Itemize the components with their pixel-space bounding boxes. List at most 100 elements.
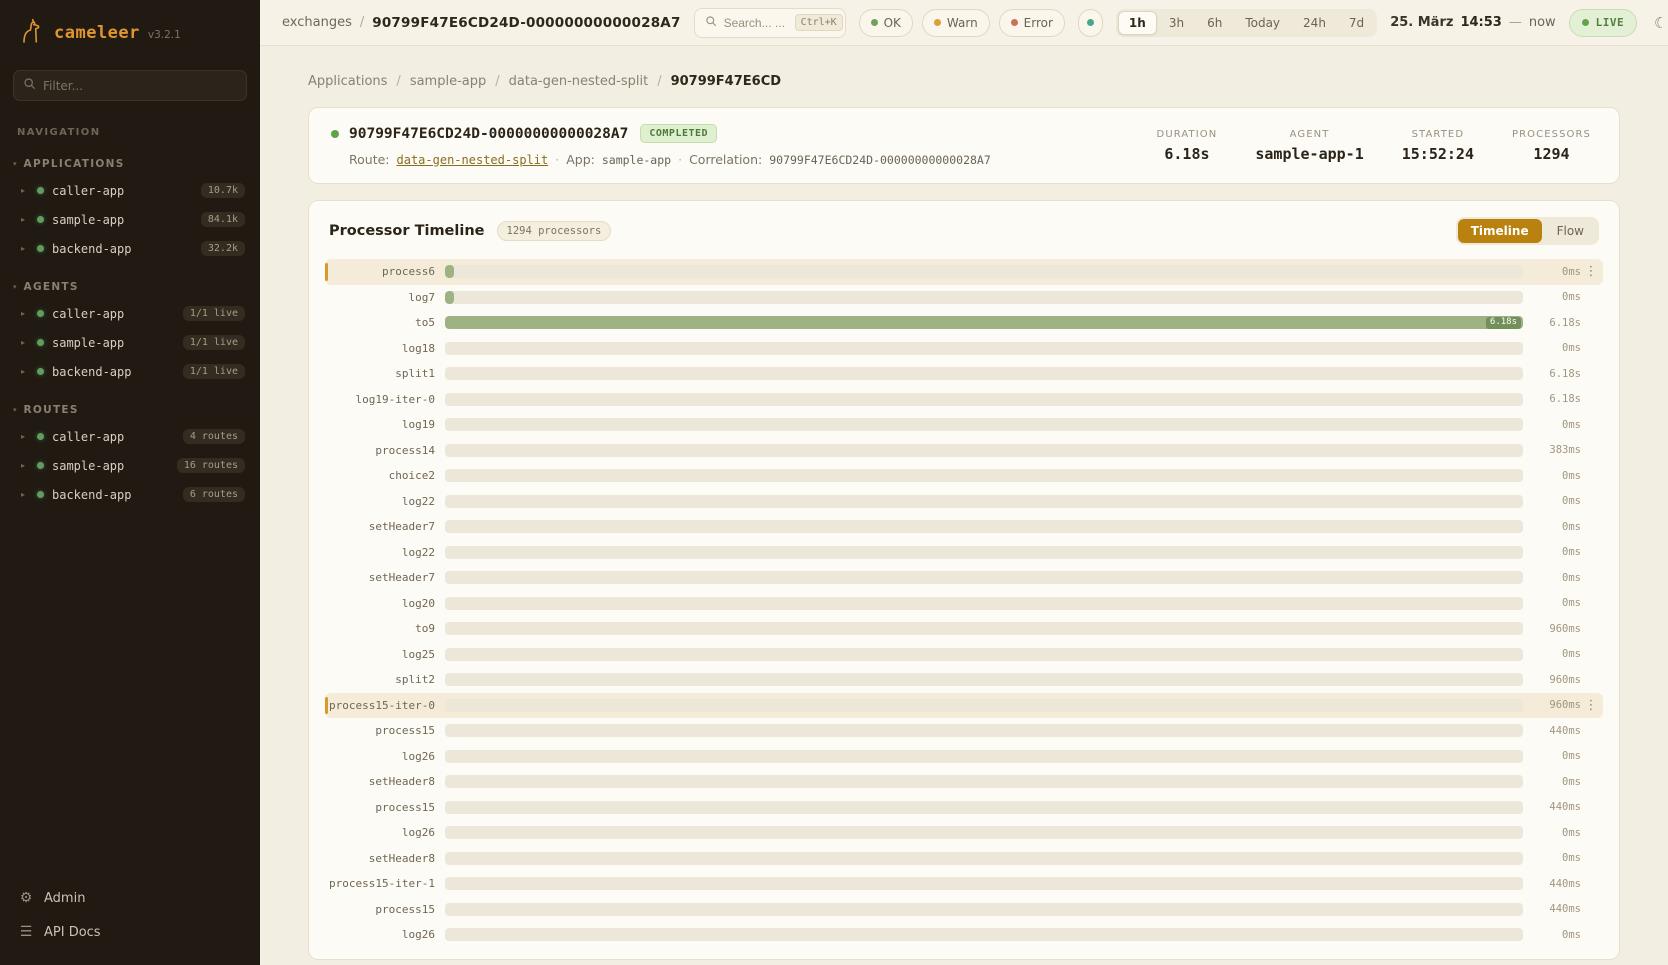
sidebar-item-caller-app[interactable]: ▸caller-app10.7k: [0, 176, 260, 205]
breadcrumb-item-applications[interactable]: Applications: [308, 74, 387, 89]
duration-value: 0ms: [1523, 342, 1581, 354]
timeline-row-process14[interactable]: process14383ms⋮: [325, 438, 1603, 464]
sidebar-item-backend-app[interactable]: ▸backend-app32.2k: [0, 234, 260, 263]
timeline-row-setHeader7[interactable]: setHeader70ms⋮: [325, 565, 1603, 591]
section-caret-icon: ▾: [13, 160, 17, 168]
chevron-right-icon[interactable]: ▸: [21, 244, 29, 253]
timeline-row-split1[interactable]: split16.18s⋮: [325, 361, 1603, 387]
timeline-row-process15[interactable]: process15440ms⋮: [325, 897, 1603, 923]
chevron-right-icon[interactable]: ▸: [21, 432, 29, 441]
stat-started: STARTED15:52:24: [1402, 129, 1474, 163]
route-link[interactable]: data-gen-nested-split: [397, 153, 549, 167]
view-toggle-flow[interactable]: Flow: [1544, 219, 1597, 243]
timeline-row-log26[interactable]: log260ms⋮: [325, 744, 1603, 770]
date-range[interactable]: 25. März 14:53 — now: [1390, 15, 1555, 30]
duration-value: 0ms: [1523, 521, 1581, 533]
sidebar-item-backend-app[interactable]: ▸backend-app1/1 live: [0, 357, 260, 386]
duration-track: [445, 291, 1523, 304]
timeline-row-log7[interactable]: log70ms⋮: [325, 285, 1603, 311]
duration-value: 0ms: [1523, 648, 1581, 660]
timeline-row-to9[interactable]: to9960ms⋮: [325, 616, 1603, 642]
sidebar-item-badge: 6 routes: [183, 487, 245, 502]
timeline-row-setHeader7[interactable]: setHeader70ms⋮: [325, 514, 1603, 540]
timeline-row-log25[interactable]: log250ms⋮: [325, 642, 1603, 668]
time-range-24h[interactable]: 24h: [1292, 11, 1337, 35]
status-dot: [37, 339, 44, 346]
timeline-rows: process60ms⋮log70ms⋮to56.18s6.18s⋮log180…: [325, 259, 1603, 948]
timeline-row-log22[interactable]: log220ms⋮: [325, 540, 1603, 566]
sidebar-item-sample-app[interactable]: ▸sample-app16 routes: [0, 451, 260, 480]
chevron-right-icon[interactable]: ▸: [21, 186, 29, 195]
time-range-today[interactable]: Today: [1234, 11, 1291, 35]
chevron-right-icon[interactable]: ▸: [21, 338, 29, 347]
pulse-filter-chip[interactable]: [1078, 9, 1103, 37]
duration-value: 440ms: [1523, 878, 1581, 890]
time-range-7d[interactable]: 7d: [1338, 11, 1375, 35]
timeline-row-log20[interactable]: log200ms⋮: [325, 591, 1603, 617]
timeline-row-setHeader8[interactable]: setHeader80ms⋮: [325, 846, 1603, 872]
chevron-right-icon[interactable]: ▸: [21, 215, 29, 224]
breadcrumb: exchanges / 90799F47E6CD24D-000000000000…: [282, 15, 681, 31]
sidebar-filter-input[interactable]: [43, 79, 237, 93]
filter-chip-ok[interactable]: OK: [859, 9, 913, 37]
timeline-row-process15-iter-0[interactable]: process15-iter-0960ms⋮: [325, 693, 1603, 719]
sidebar-footer-api-docs[interactable]: ☰API Docs: [0, 915, 260, 949]
time-range-6h[interactable]: 6h: [1196, 11, 1233, 35]
timeline-row-split2[interactable]: split2960ms⋮: [325, 667, 1603, 693]
sidebar-section-header[interactable]: ▾APPLICATIONS: [0, 154, 260, 176]
stat-agent: AGENTsample-app-1: [1255, 129, 1363, 163]
sidebar-filter[interactable]: [13, 70, 247, 101]
kebab-menu-icon[interactable]: ⋮: [1581, 698, 1601, 713]
timeline-row-log22[interactable]: log220ms⋮: [325, 489, 1603, 515]
timeline-row-log26[interactable]: log260ms⋮: [325, 820, 1603, 846]
dark-mode-toggle[interactable]: ☾: [1650, 10, 1668, 36]
status-dot: [37, 216, 44, 223]
timeline-row-choice2[interactable]: choice20ms⋮: [325, 463, 1603, 489]
chevron-right-icon[interactable]: ▸: [21, 309, 29, 318]
timeline-row-log19[interactable]: log190ms⋮: [325, 412, 1603, 438]
timeline-row-process15-iter-1[interactable]: process15-iter-1440ms⋮: [325, 871, 1603, 897]
duration-value: 6.18s: [1523, 317, 1581, 329]
time-range-3h[interactable]: 3h: [1158, 11, 1195, 35]
sidebar-section-header[interactable]: ▾AGENTS: [0, 277, 260, 299]
camel-logo-icon: [16, 16, 46, 50]
duration-value: 0ms: [1523, 470, 1581, 482]
live-toggle[interactable]: LIVE: [1569, 9, 1638, 37]
sidebar-item-sample-app[interactable]: ▸sample-app1/1 live: [0, 328, 260, 357]
chevron-right-icon[interactable]: ▸: [21, 490, 29, 499]
view-toggle-timeline[interactable]: Timeline: [1458, 219, 1542, 243]
breadcrumb-item-data-gen-nested-split[interactable]: data-gen-nested-split: [509, 74, 649, 89]
sidebar-section-label: AGENTS: [24, 281, 79, 293]
timeline-row-log19-iter-0[interactable]: log19-iter-06.18s⋮: [325, 387, 1603, 413]
timeline-row-process15[interactable]: process15440ms⋮: [325, 718, 1603, 744]
duration-track: [445, 877, 1523, 890]
sidebar-section-header[interactable]: ▾ROUTES: [0, 400, 260, 422]
chevron-right-icon[interactable]: ▸: [21, 367, 29, 376]
timeline-header: Processor Timeline 1294 processors Timel…: [325, 217, 1603, 259]
breadcrumb-section[interactable]: exchanges: [282, 15, 352, 30]
timeline-row-log26[interactable]: log260ms⋮: [325, 922, 1603, 948]
status-dot: [37, 433, 44, 440]
kebab-menu-icon[interactable]: ⋮: [1581, 264, 1601, 279]
processor-name: process15-iter-0: [325, 699, 445, 712]
global-search-input[interactable]: [724, 16, 788, 30]
duration-value: 0ms: [1523, 929, 1581, 941]
duration-value: 0ms: [1523, 419, 1581, 431]
time-range-1h[interactable]: 1h: [1118, 11, 1157, 35]
chevron-right-icon[interactable]: ▸: [21, 461, 29, 470]
timeline-row-log18[interactable]: log180ms⋮: [325, 336, 1603, 362]
timeline-row-setHeader8[interactable]: setHeader80ms⋮: [325, 769, 1603, 795]
sidebar-footer-admin[interactable]: ⚙Admin: [0, 881, 260, 915]
timeline-row-to5[interactable]: to56.18s6.18s⋮: [325, 310, 1603, 336]
filter-chip-error[interactable]: Error: [999, 9, 1065, 37]
timeline-row-process6[interactable]: process60ms⋮: [325, 259, 1603, 285]
timeline-row-process15[interactable]: process15440ms⋮: [325, 795, 1603, 821]
filter-chip-warn[interactable]: Warn: [922, 9, 990, 37]
global-search[interactable]: Ctrl+K: [694, 8, 846, 38]
sidebar-item-badge: 84.1k: [201, 212, 245, 227]
sidebar-item-sample-app[interactable]: ▸sample-app84.1k: [0, 205, 260, 234]
sidebar-item-caller-app[interactable]: ▸caller-app1/1 live: [0, 299, 260, 328]
sidebar-item-backend-app[interactable]: ▸backend-app6 routes: [0, 480, 260, 509]
sidebar-item-caller-app[interactable]: ▸caller-app4 routes: [0, 422, 260, 451]
breadcrumb-item-sample-app[interactable]: sample-app: [410, 74, 486, 89]
